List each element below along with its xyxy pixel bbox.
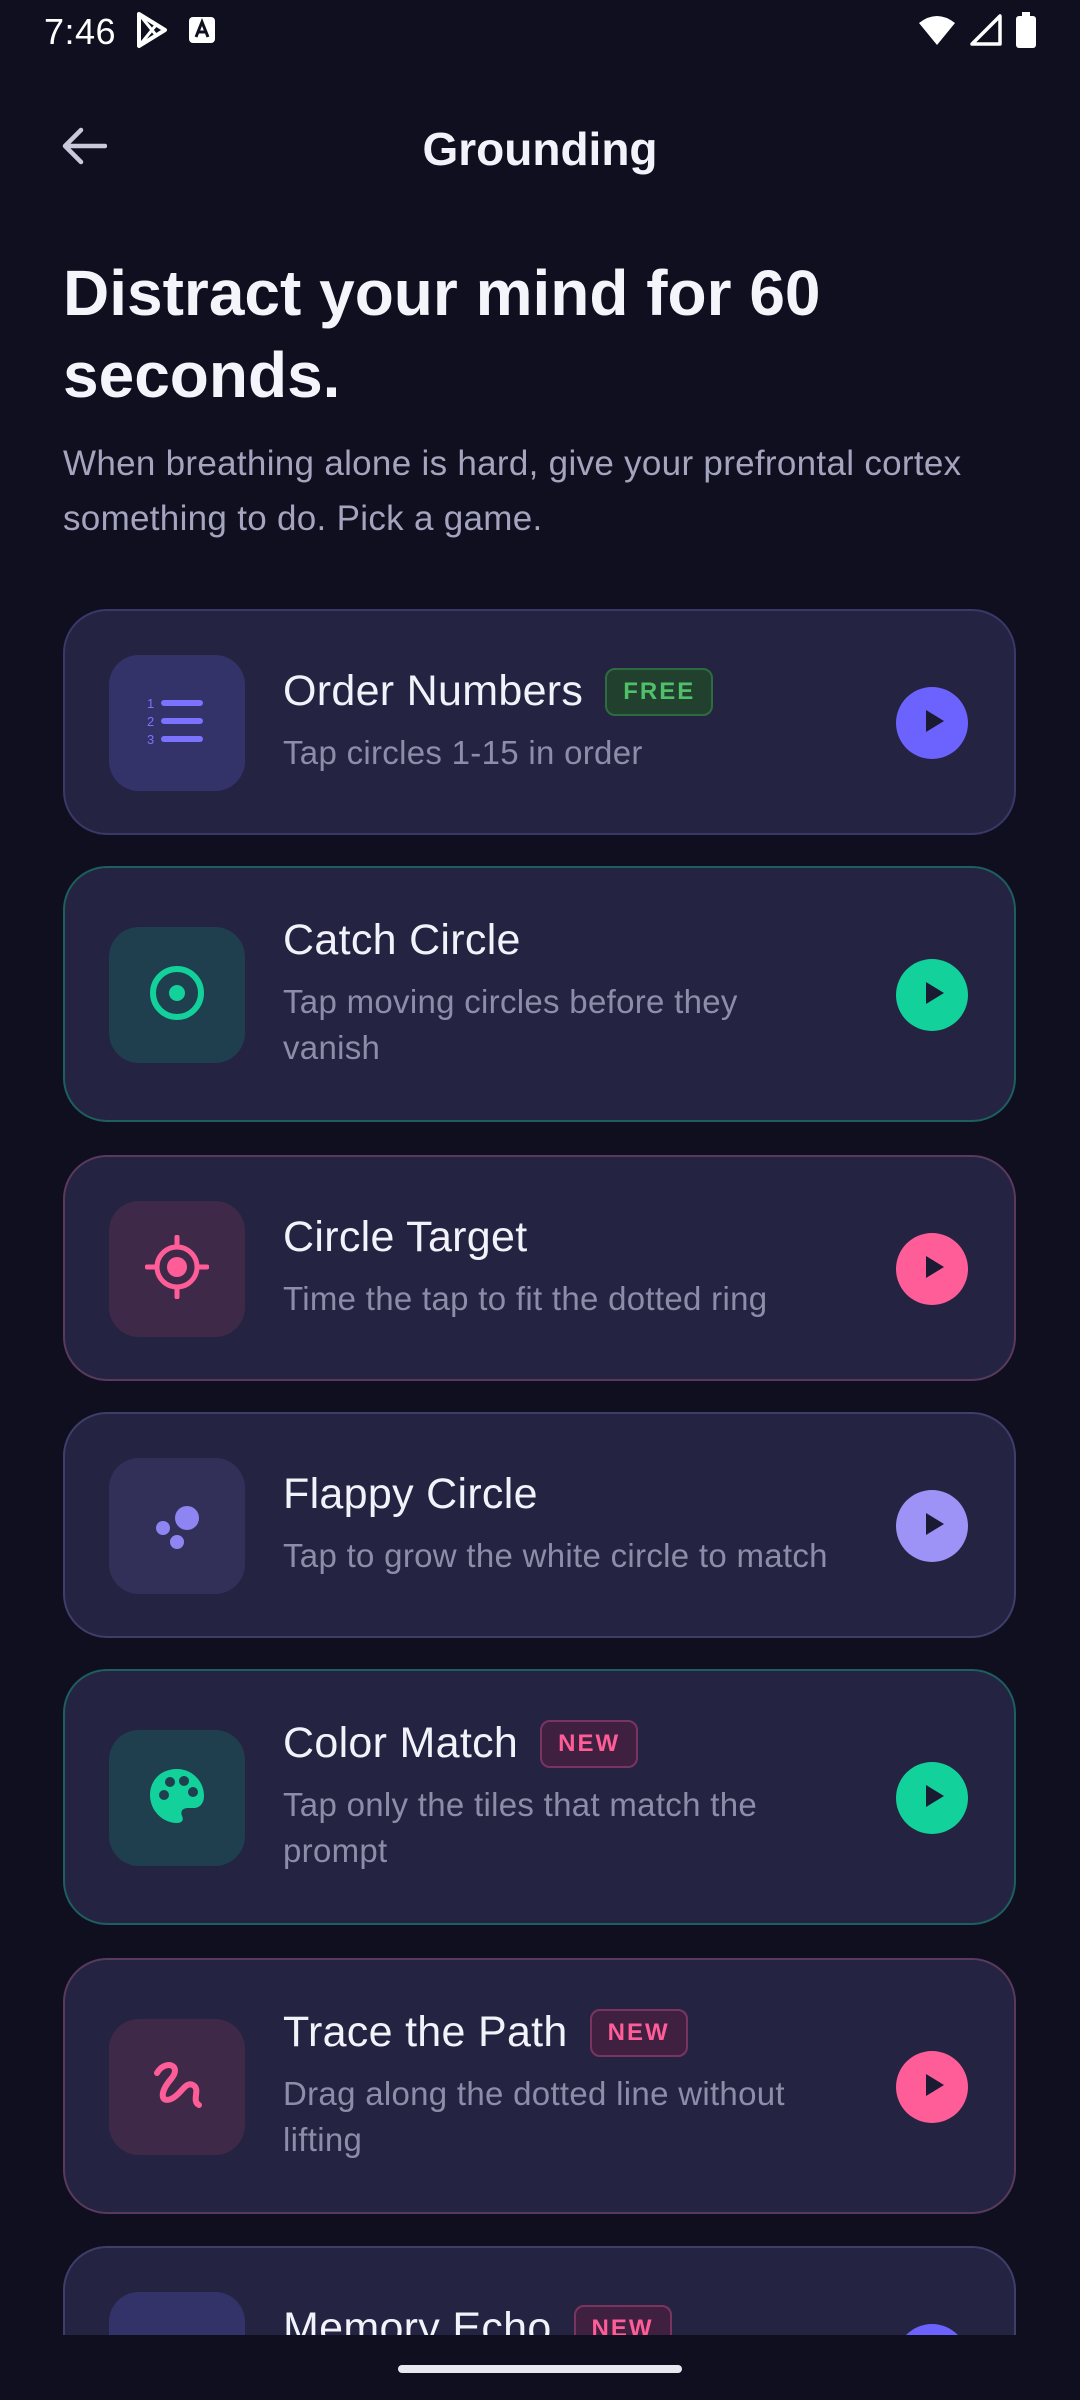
play-button[interactable] xyxy=(896,1762,968,1834)
squiggle-path-icon xyxy=(147,2055,207,2120)
status-time: 7:46 xyxy=(44,11,117,52)
game-card-order-numbers[interactable]: 1 2 3 Order Numbers FREE Tap circles 1-15 … xyxy=(63,609,1016,835)
svg-text:1: 1 xyxy=(147,696,154,711)
game-icon-tile xyxy=(109,2292,245,2335)
play-icon xyxy=(919,2072,946,2103)
game-title: Color Match xyxy=(283,1719,519,1767)
game-title: Catch Circle xyxy=(283,916,521,964)
palette-icon xyxy=(146,1765,208,1832)
game-card-memory-echo[interactable]: Memory Echo NEW xyxy=(63,2246,1016,2335)
game-card-flappy-circle[interactable]: Flappy Circle Tap to grow the white circ… xyxy=(63,1412,1016,1638)
play-store-icon xyxy=(134,11,170,54)
font-notification-icon xyxy=(188,16,216,49)
game-description: Tap only the tiles that match the prompt xyxy=(283,1786,757,1869)
game-card-circle-target[interactable]: Circle Target Time the tap to fit the do… xyxy=(63,1155,1016,1381)
play-icon xyxy=(919,708,946,739)
play-button[interactable] xyxy=(896,2051,968,2123)
numbered-list-icon: 1 2 3 xyxy=(147,695,207,752)
play-icon xyxy=(919,980,946,1011)
game-icon-tile xyxy=(109,927,245,1063)
play-icon xyxy=(919,1783,946,1814)
new-badge: NEW xyxy=(589,2008,688,2057)
play-button[interactable] xyxy=(896,1490,968,1562)
game-title: Trace the Path xyxy=(283,2008,568,2056)
page-title: Grounding xyxy=(422,123,658,175)
game-description: Time the tap to fit the dotted ring xyxy=(283,1280,768,1317)
headline: Distract your mind for 60 seconds. xyxy=(63,257,821,411)
play-button[interactable] xyxy=(896,687,968,759)
game-description: Tap moving circles before they vanish xyxy=(283,983,738,1066)
intro-subtitle: When breathing alone is hard, give your … xyxy=(63,444,962,538)
play-icon xyxy=(919,1254,946,1285)
play-icon xyxy=(919,1511,946,1542)
svg-text:2: 2 xyxy=(147,714,154,729)
game-description: Drag along the dotted line without lifti… xyxy=(283,2075,785,2158)
target-dot-icon xyxy=(147,963,207,1028)
game-card-color-match[interactable]: Color Match NEW Tap only the tiles that … xyxy=(63,1669,1016,1925)
game-list[interactable]: 1 2 3 Order Numbers FREE Tap circles 1-15 … xyxy=(0,600,1080,2335)
game-title: Memory Echo xyxy=(283,2304,552,2335)
status-bar: 7:46 xyxy=(0,0,1080,64)
play-button[interactable] xyxy=(896,2324,968,2335)
game-title: Flappy Circle xyxy=(283,1470,538,1518)
app-bar: Grounding xyxy=(0,100,1080,196)
crosshair-icon xyxy=(144,1234,210,1304)
svg-text:3: 3 xyxy=(147,732,154,747)
new-badge: NEW xyxy=(573,2304,672,2335)
game-icon-tile xyxy=(109,1458,245,1594)
game-icon-tile xyxy=(109,1201,245,1337)
play-button[interactable] xyxy=(896,1233,968,1305)
game-card-catch-circle[interactable]: Catch Circle Tap moving circles before t… xyxy=(63,866,1016,1122)
bubbles-icon xyxy=(147,1494,207,1559)
game-title: Order Numbers xyxy=(283,667,584,715)
game-description: Tap to grow the white circle to match xyxy=(283,1537,828,1574)
game-title: Circle Target xyxy=(283,1213,528,1261)
wifi-icon xyxy=(918,14,956,51)
game-card-trace-the-path[interactable]: Trace the Path NEW Drag along the dotted… xyxy=(63,1958,1016,2214)
free-badge: FREE xyxy=(605,667,714,716)
game-description: Tap circles 1-15 in order xyxy=(283,734,643,771)
game-icon-tile: 1 2 3 xyxy=(109,655,245,791)
home-indicator[interactable] xyxy=(398,2365,682,2373)
game-icon-tile xyxy=(109,1730,245,1866)
battery-icon xyxy=(1016,11,1036,53)
new-badge: NEW xyxy=(540,1719,639,1768)
play-button[interactable] xyxy=(896,959,968,1031)
game-icon-tile xyxy=(109,2019,245,2155)
cell-signal-icon xyxy=(970,13,1002,51)
